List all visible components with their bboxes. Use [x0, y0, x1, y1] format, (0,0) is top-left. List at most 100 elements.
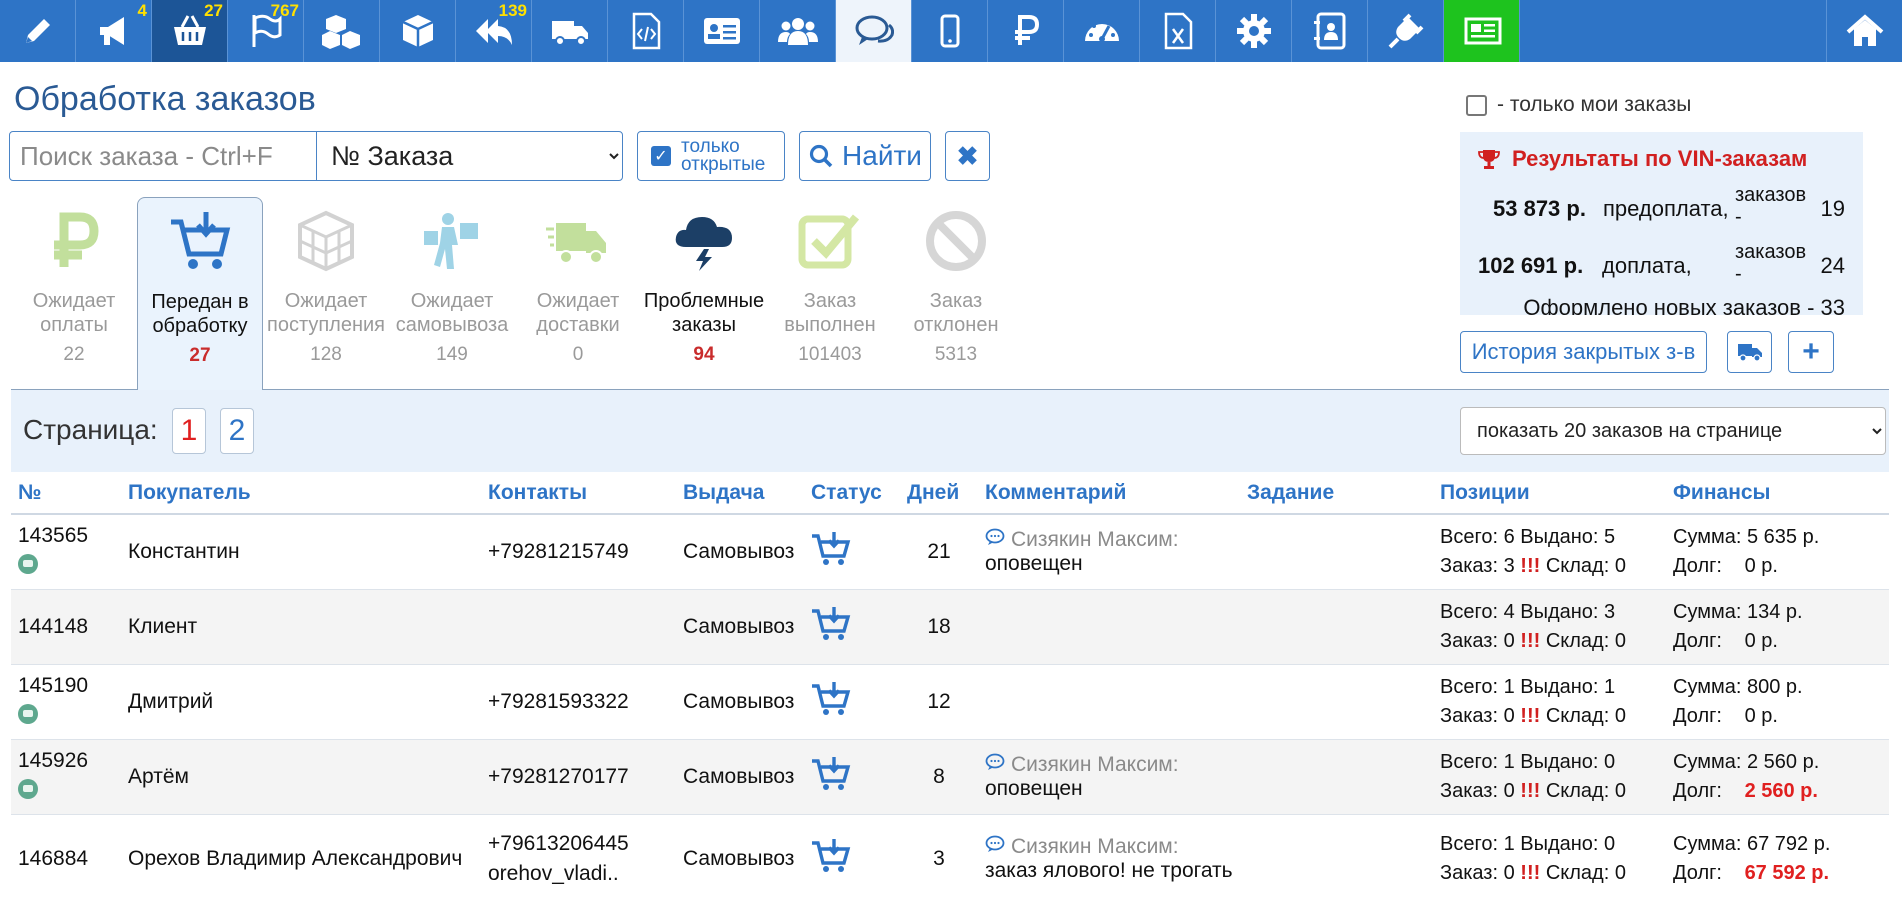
cart-icon[interactable]: [811, 756, 851, 797]
nav-flags[interactable]: 767: [228, 0, 304, 62]
cart-icon[interactable]: [811, 839, 851, 879]
nav-chat[interactable]: [836, 0, 912, 62]
page-button-2[interactable]: 2: [220, 408, 254, 454]
status-tab-6[interactable]: Заказ выполнен 101403: [767, 197, 893, 390]
page-button-1[interactable]: 1: [172, 408, 206, 454]
status-tab-7[interactable]: Заказ отклонен 5313: [893, 197, 1019, 390]
order-id[interactable]: 144148: [18, 615, 114, 639]
per-page-select[interactable]: показать 20 заказов на странице: [1460, 407, 1886, 455]
cart-icon: [169, 210, 233, 274]
nav-catalog[interactable]: [304, 0, 380, 62]
col-finance[interactable]: Финансы: [1666, 472, 1889, 515]
col-comment[interactable]: Комментарий: [978, 472, 1240, 515]
nav-promo[interactable]: 4: [76, 0, 152, 62]
col-delivery[interactable]: Выдача: [676, 472, 804, 515]
comment-icon: [985, 753, 1011, 777]
cell-comment[interactable]: Сизякин Максим: заказ ялового! не трогать: [978, 814, 1240, 898]
closed-history-button[interactable]: История закрытых з-в: [1460, 331, 1707, 373]
message-icon[interactable]: [18, 553, 38, 574]
nav-returns[interactable]: 139: [456, 0, 532, 62]
contact-phone[interactable]: +79281593322: [488, 687, 669, 717]
col-contacts[interactable]: Контакты: [481, 472, 676, 515]
checkbox-unchecked-icon[interactable]: [1466, 94, 1487, 116]
status-tab-3[interactable]: Ожидает самовывоза 149: [389, 197, 515, 390]
add-order-button[interactable]: +: [1788, 331, 1834, 373]
positions-line-1: Всего: 1 Выдано: 0: [1440, 750, 1616, 773]
cell-task[interactable]: [1240, 514, 1433, 590]
cell-finance: Сумма: 5 635 р. Долг: 0 р.: [1666, 514, 1889, 590]
nav-products[interactable]: [380, 0, 456, 62]
only-open-toggle[interactable]: ✓ только открытые: [637, 131, 785, 181]
cell-buyer[interactable]: Дмитрий: [121, 664, 481, 740]
cart-icon[interactable]: [811, 531, 851, 572]
contact-phone[interactable]: +79281215749: [488, 537, 669, 567]
find-button[interactable]: Найти: [799, 131, 931, 181]
delivery-button[interactable]: [1727, 331, 1772, 373]
nav-mobile[interactable]: [912, 0, 988, 62]
status-tab-1[interactable]: Передан в обработку 27: [137, 197, 263, 391]
status-tab-count: 101403: [798, 344, 862, 365]
table-row[interactable]: 146884 Орехов Владимир Александрович +7961…: [11, 814, 1889, 898]
nav-dashboard[interactable]: [1064, 0, 1140, 62]
status-tab-0[interactable]: Ожидает оплаты 22: [11, 197, 137, 390]
nav-plugins[interactable]: [1368, 0, 1444, 62]
table-row[interactable]: 145190 Дмитрий +79281593322 Самовывоз 12 Всег…: [11, 664, 1889, 740]
status-tab-2[interactable]: Ожидает поступления 128: [263, 197, 389, 390]
cell-buyer[interactable]: Артём: [121, 739, 481, 815]
clear-search-button[interactable]: ✖: [945, 131, 990, 181]
order-id[interactable]: 145190: [18, 674, 114, 698]
contact-phone[interactable]: +79613206445: [488, 829, 669, 859]
status-tab-5[interactable]: Проблемные заказы 94: [641, 197, 767, 390]
col-days[interactable]: Дней: [900, 472, 978, 515]
nav-contacts[interactable]: [1292, 0, 1368, 62]
order-id[interactable]: 146884: [18, 847, 114, 871]
nav-settings[interactable]: [1216, 0, 1292, 62]
search-type-select[interactable]: № Заказа: [316, 131, 623, 181]
cell-buyer[interactable]: Константин: [121, 514, 481, 590]
nav-edit[interactable]: [0, 0, 76, 62]
cell-buyer[interactable]: Орехов Владимир Александрович: [121, 814, 481, 898]
cell-finance: Сумма: 800 р. Долг: 0 р.: [1666, 664, 1889, 740]
vin-surcharge-row: 102 691 р. доплата, заказов - 24: [1460, 239, 1863, 289]
nav-finance[interactable]: [988, 0, 1064, 62]
nav-excel[interactable]: [1140, 0, 1216, 62]
order-id[interactable]: 143565: [18, 524, 114, 548]
order-id[interactable]: 145926: [18, 749, 114, 773]
cell-comment[interactable]: [978, 664, 1240, 740]
nav-home[interactable]: [1826, 0, 1902, 62]
table-row[interactable]: 143565 Константин +79281215749 Самовывоз 21 С…: [11, 514, 1889, 590]
cell-task[interactable]: [1240, 739, 1433, 815]
only-mine-toggle[interactable]: - только мои заказы: [1466, 93, 1691, 117]
col-buyer[interactable]: Покупатель: [121, 472, 481, 515]
contact-email[interactable]: orehov_vladi..: [488, 859, 669, 889]
contact-phone[interactable]: +79281270177: [488, 762, 669, 792]
status-tab-label: Проблемные заказы: [643, 290, 765, 336]
col-task[interactable]: Задание: [1240, 472, 1433, 515]
cell-task[interactable]: [1240, 814, 1433, 898]
search-input[interactable]: [9, 131, 317, 181]
nav-code[interactable]: [608, 0, 684, 62]
table-row[interactable]: 144148 Клиент Самовывоз 18 Всего: 4 Выдано: …: [11, 589, 1889, 665]
cart-icon[interactable]: [811, 681, 851, 722]
cell-comment[interactable]: Сизякин Максим: оповещен: [978, 514, 1240, 590]
cell-task[interactable]: [1240, 589, 1433, 665]
cell-buyer[interactable]: Клиент: [121, 589, 481, 665]
nav-delivery[interactable]: [532, 0, 608, 62]
col-status[interactable]: Статус: [804, 472, 900, 515]
table-row[interactable]: 145926 Артём +79281270177 Самовывоз 8 Сизякин…: [11, 739, 1889, 815]
nav-cards[interactable]: [684, 0, 760, 62]
col-positions[interactable]: Позиции: [1433, 472, 1666, 515]
message-icon[interactable]: [18, 778, 38, 799]
col-number[interactable]: №: [11, 472, 121, 515]
message-icon[interactable]: [18, 703, 38, 724]
nav-cart[interactable]: 27: [152, 0, 228, 62]
cell-task[interactable]: [1240, 664, 1433, 740]
status-tab-4[interactable]: Ожидает доставки 0: [515, 197, 641, 390]
cell-delivery: Самовывоз: [676, 739, 804, 815]
cell-comment[interactable]: [978, 589, 1240, 665]
cart-icon[interactable]: [811, 606, 851, 647]
cell-comment[interactable]: Сизякин Максим: оповещен: [978, 739, 1240, 815]
nav-users[interactable]: [760, 0, 836, 62]
nav-news[interactable]: [1444, 0, 1520, 62]
cell-finance: Сумма: 2 560 р. Долг: 2 560 р.: [1666, 739, 1889, 815]
